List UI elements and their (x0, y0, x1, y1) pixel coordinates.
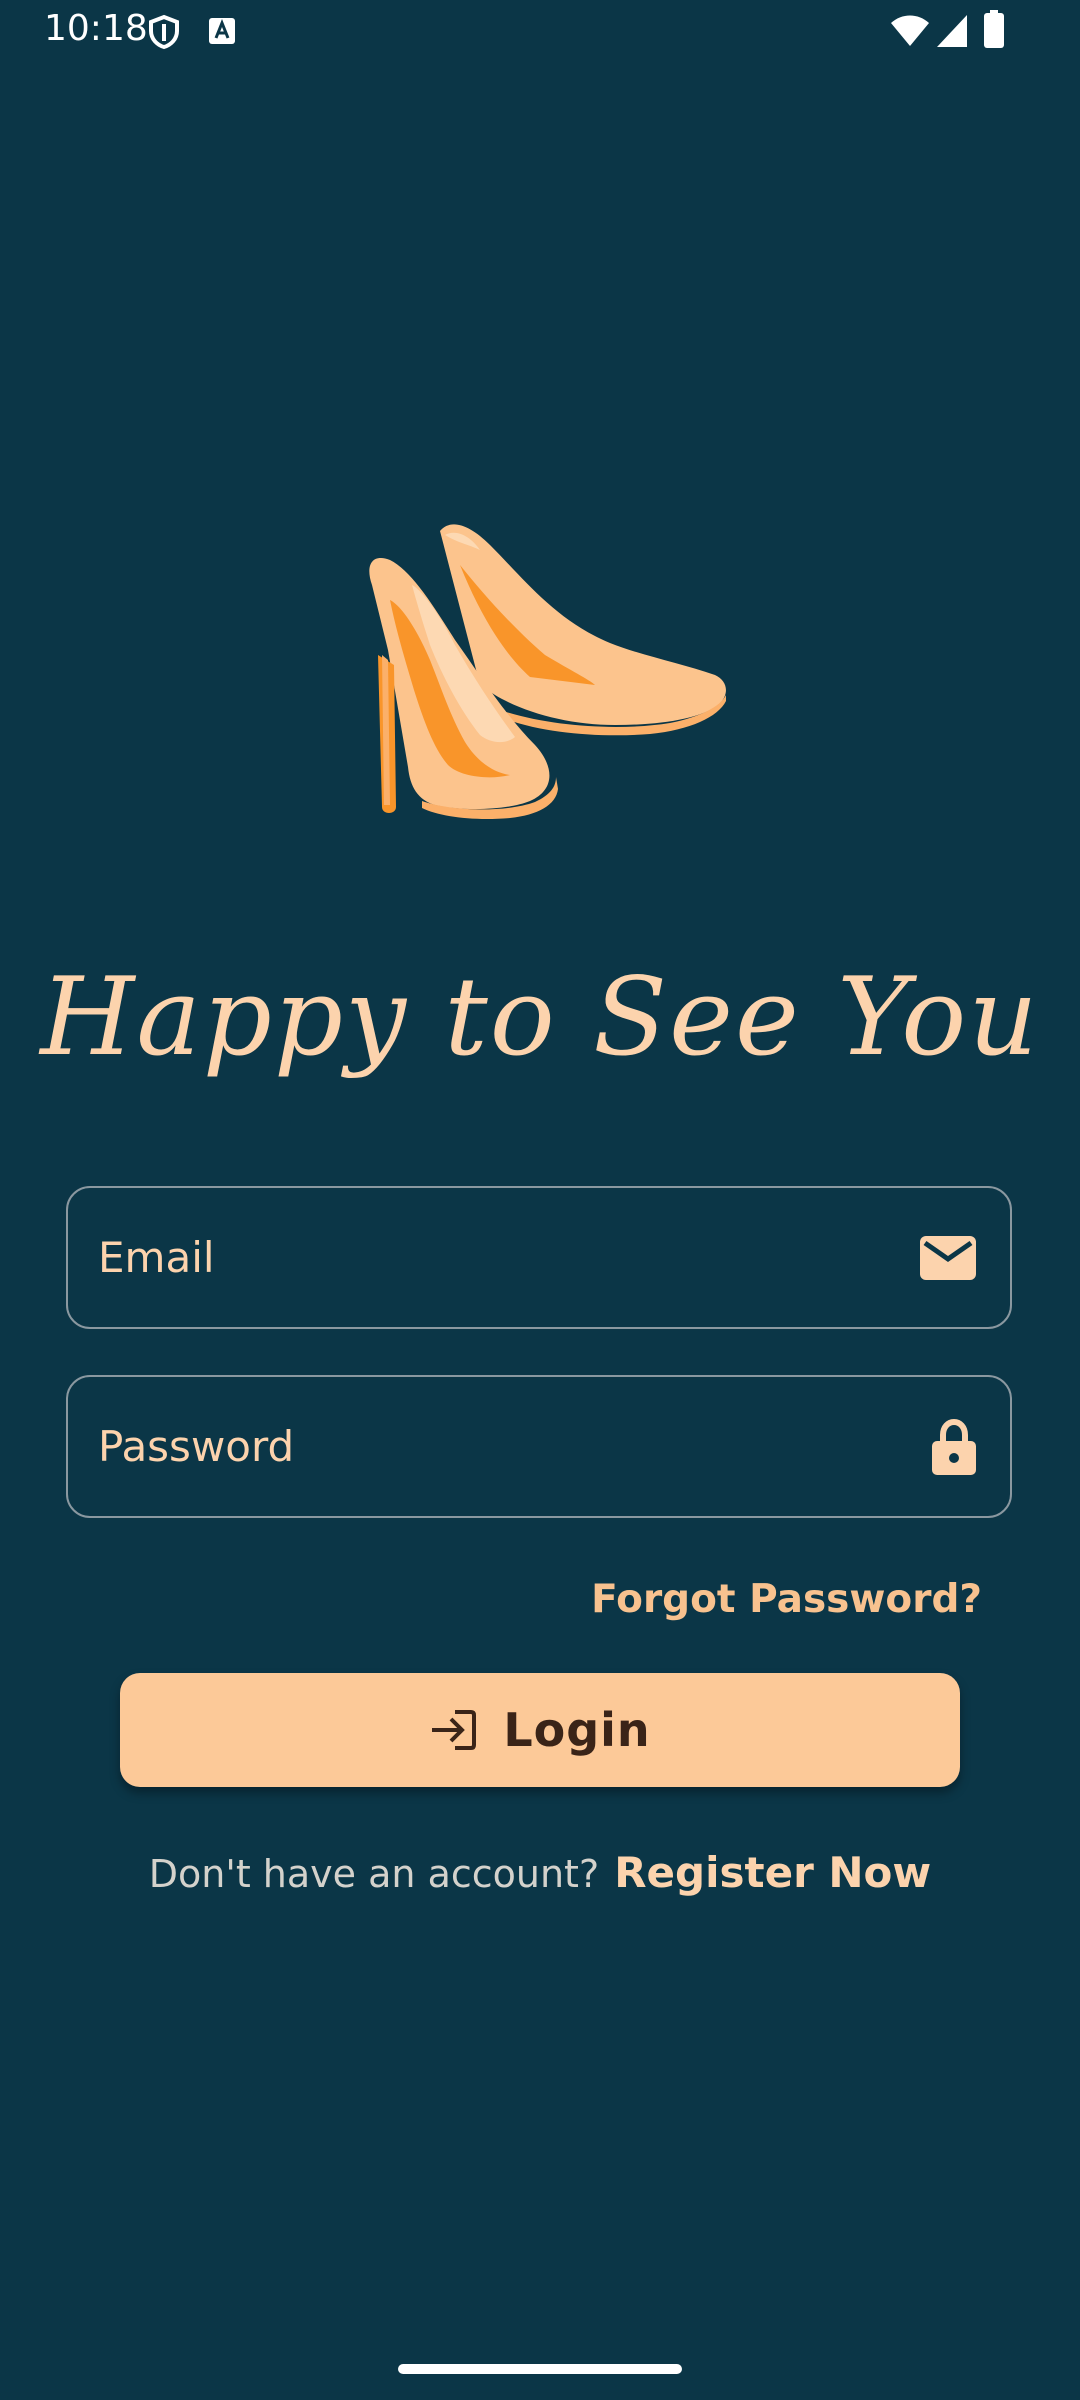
register-prompt: Don't have an account? (148, 1852, 600, 1896)
login-button-label: Login (503, 1703, 651, 1757)
forgot-password-link[interactable]: Forgot Password? (591, 1577, 982, 1622)
battery-icon (984, 10, 1004, 48)
signal-icon (937, 15, 967, 47)
register-row: Don't have an account? Register Now (0, 1848, 1080, 1897)
status-time: 10:18 (44, 8, 148, 49)
login-screen: 10:18 Happy to See You Email Forgot Pass… (0, 0, 1080, 2400)
email-input[interactable] (98, 1188, 898, 1327)
status-bar: 10:18 (0, 0, 1080, 62)
keyboard-a-icon (209, 18, 235, 44)
mail-icon (920, 1235, 976, 1280)
lock-icon (932, 1418, 976, 1475)
wifi-icon (891, 15, 929, 46)
welcome-headline: Happy to See You (40, 955, 1040, 1080)
home-indicator[interactable] (398, 2364, 682, 2374)
register-now-link[interactable]: Register Now (614, 1848, 931, 1897)
login-icon (432, 1710, 477, 1750)
high-heels-illustration (369, 524, 726, 819)
email-field[interactable] (66, 1186, 1012, 1329)
password-field[interactable] (66, 1375, 1012, 1518)
shield-icon (149, 14, 179, 50)
password-input[interactable] (98, 1377, 898, 1516)
login-button[interactable]: Login (120, 1673, 960, 1787)
